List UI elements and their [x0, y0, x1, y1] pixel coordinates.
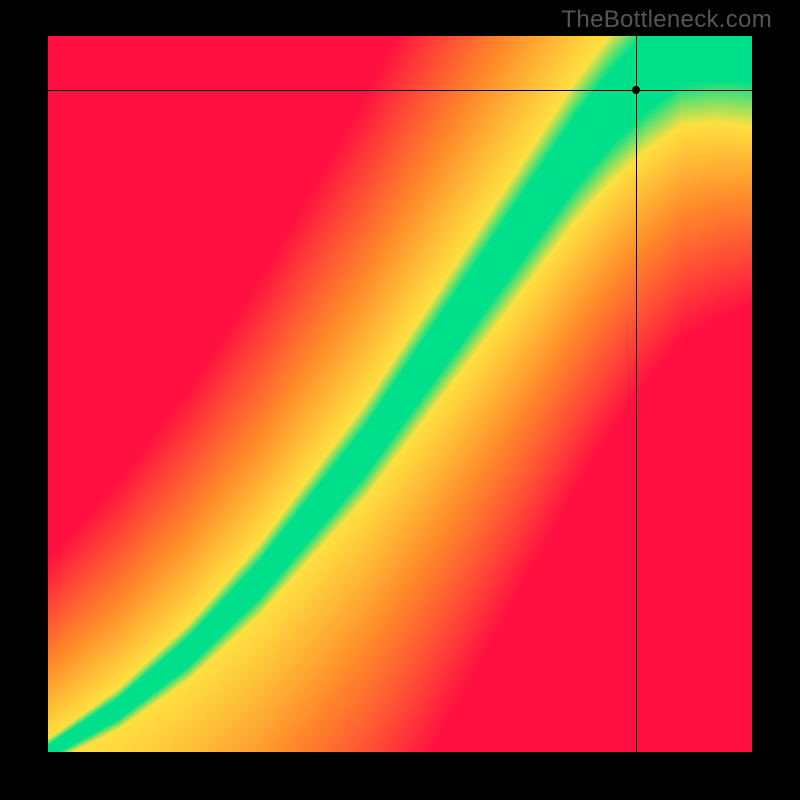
marker-point [632, 86, 640, 94]
crosshair-horizontal [48, 90, 752, 91]
heatmap-canvas [48, 36, 752, 752]
heatmap-plot [48, 36, 752, 752]
watermark-text: TheBottleneck.com [561, 6, 772, 34]
crosshair-vertical [636, 36, 637, 752]
